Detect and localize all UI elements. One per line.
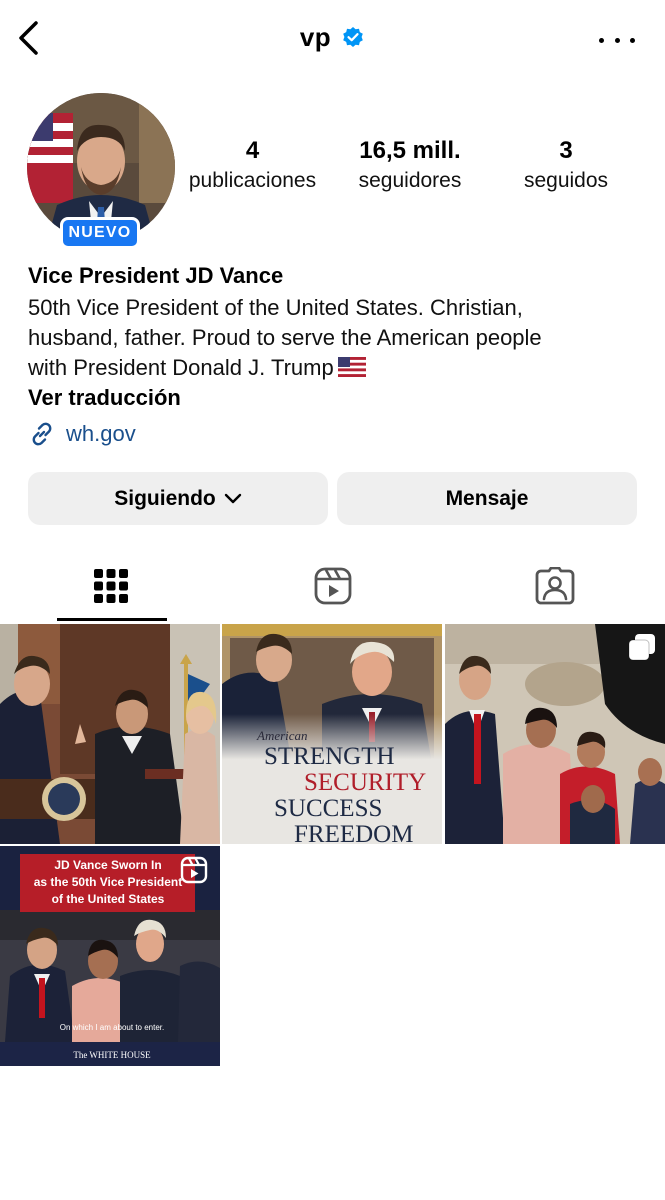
profile-username: vp: [299, 22, 332, 52]
post-graphic-text: American: [256, 728, 308, 743]
post-graphic-text: FREEDOM: [294, 821, 413, 844]
post-photo: [0, 624, 220, 844]
title-wrap: vp: [0, 22, 665, 53]
post-graphic-text: STRENGTH: [264, 743, 395, 770]
following-button-label: Siguiendo: [114, 486, 216, 510]
bio-line: 50th Vice President of the United States…: [28, 295, 523, 320]
full-name: Vice President JD Vance: [28, 263, 284, 288]
following-button[interactable]: Siguiendo: [28, 472, 328, 525]
followers-stat[interactable]: 16,5 mill. seguidores: [340, 136, 480, 196]
chevron-down-icon: [224, 493, 241, 503]
new-badge: NUEVO: [60, 217, 140, 249]
bio-line: husband, father. Proud to serve the Amer…: [28, 325, 542, 350]
followers-count: 16,5 mill.: [359, 137, 461, 164]
reel-headline: JD Vance Sworn In: [54, 858, 161, 872]
posts-count: 4: [245, 137, 260, 164]
post-graphic: American STRENGTH SECURITY SUCCESS FREED…: [222, 624, 442, 844]
carousel-icon: [628, 634, 655, 661]
bio-text: 50th Vice President of the United States…: [28, 293, 648, 383]
tab-reels[interactable]: [222, 550, 443, 622]
profile-bio: Vice President JD Vance 50th Vice Presid…: [28, 262, 648, 449]
verified-badge-icon: [343, 26, 363, 47]
post-graphic-text: SUCCESS: [274, 795, 382, 822]
tab-posts-grid[interactable]: [0, 550, 221, 622]
message-button-label: Mensaje: [445, 486, 529, 510]
post-thumbnail[interactable]: American STRENGTH SECURITY SUCCESS FREED…: [222, 624, 442, 844]
post-thumbnail[interactable]: [445, 624, 665, 844]
reels-icon: [180, 856, 208, 884]
tagged-person-icon: [535, 567, 574, 605]
profile-tabs: [0, 550, 665, 622]
translate-button[interactable]: Ver traducción: [28, 383, 648, 413]
dot-icon: [630, 37, 635, 43]
following-label: seguidos: [523, 169, 609, 192]
dot-icon: [614, 37, 620, 43]
reels-icon: [314, 567, 351, 605]
reel-headline: as the 50th Vice President: [34, 875, 183, 889]
posts-count-stat[interactable]: 4 publicaciones: [180, 136, 325, 196]
post-thumbnail[interactable]: JD Vance Sworn In as the 50th Vice Presi…: [0, 846, 220, 1066]
reel-headline: of the United States: [52, 892, 165, 906]
top-bar: vp: [0, 0, 665, 80]
followers-label: seguidores: [358, 169, 462, 192]
following-stat[interactable]: 3 seguidos: [505, 136, 627, 196]
avatar-container[interactable]: NUEVO: [27, 93, 175, 249]
website-link-text: wh.gov: [66, 421, 136, 446]
posts-label: publicaciones: [188, 169, 317, 192]
message-button[interactable]: Mensaje: [337, 472, 637, 525]
bio-line-with-flag: with President Donald J. Trump: [28, 353, 648, 383]
bio-line: with President Donald J. Trump: [28, 355, 334, 380]
post-graphic-text: SECURITY: [304, 769, 426, 796]
tab-tagged[interactable]: [444, 550, 665, 622]
dot-icon: [599, 37, 604, 43]
us-flag-icon: [337, 357, 366, 377]
more-options-button[interactable]: [599, 30, 635, 50]
active-tab-indicator: [57, 618, 167, 621]
website-link[interactable]: wh.gov: [28, 419, 648, 449]
link-icon: [32, 422, 52, 446]
reel-footer: The WHITE HOUSE: [73, 1050, 151, 1060]
grid-icon: [93, 569, 128, 603]
reel-caption: On which I am about to enter.: [60, 1023, 165, 1032]
post-thumbnail[interactable]: [0, 624, 220, 844]
following-count: 3: [559, 137, 573, 164]
